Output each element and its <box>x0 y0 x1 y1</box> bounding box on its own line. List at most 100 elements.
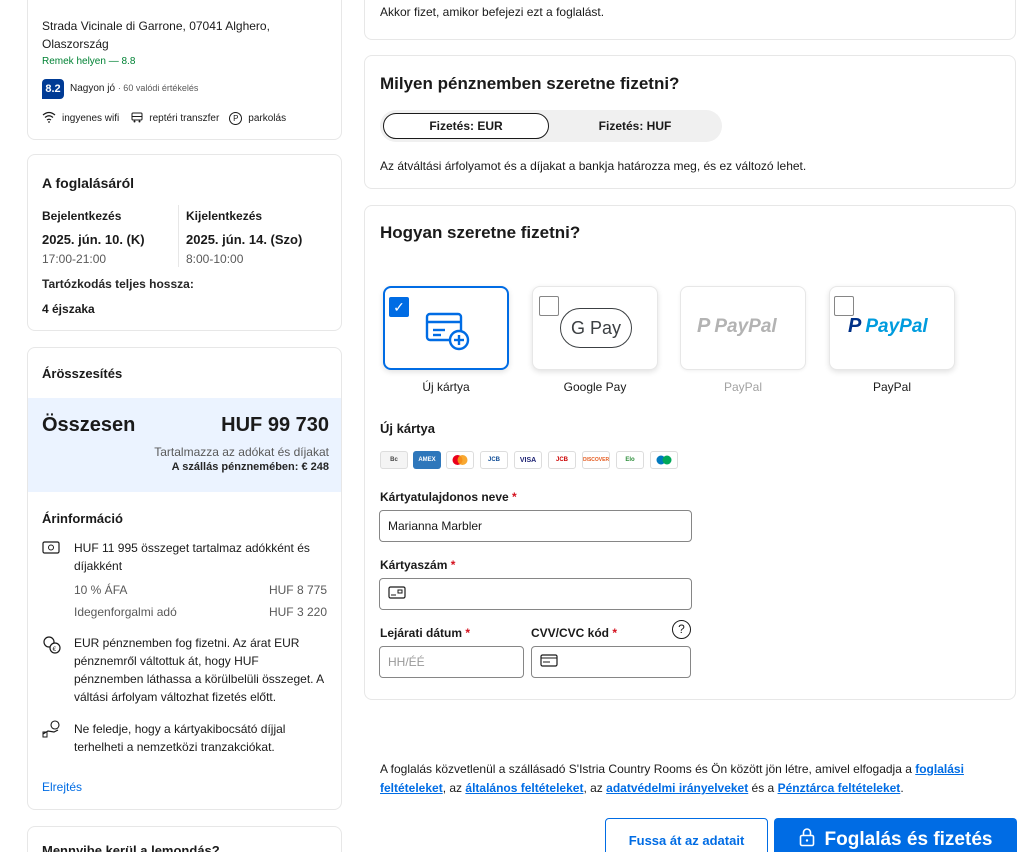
checkout-time: 8:00-10:00 <box>186 252 244 266</box>
required-mark: * <box>512 490 517 504</box>
checkin-label: Bejelentkezés <box>42 209 122 223</box>
hotel-address: Strada Vicinale di Garrone, 07041 Algher… <box>42 19 270 51</box>
svg-text:€: € <box>53 646 57 653</box>
tourist-tax-value: HUF 3 220 <box>268 605 327 619</box>
terms-part: , az <box>583 781 607 795</box>
checkin-date: 2025. jún. 10. (K) <box>42 232 145 247</box>
payment-option-google-pay[interactable]: G Pay <box>532 286 658 370</box>
add-card-icon <box>425 310 471 355</box>
pay-when-note: Akkor fizet, amikor befejezi ezt a fogla… <box>380 5 605 19</box>
wifi-icon <box>42 111 56 126</box>
expiry-label-text: Lejárati dátum <box>380 626 463 640</box>
general-terms-link[interactable]: általános feltételeket <box>465 781 583 795</box>
pay-when-note-card: Akkor fizet, amikor befejezi ezt a fogla… <box>364 0 1016 40</box>
cardholder-label: Kártyatulajdonos neve * <box>380 490 517 504</box>
checkin-time: 17:00-21:00 <box>42 252 107 266</box>
card-number-label: Kártyaszám * <box>380 558 455 572</box>
paypal-text: PayPal <box>865 315 928 337</box>
paypal-checkbox[interactable] <box>834 296 854 316</box>
cancellation-title: Mennyibe kerül a lemondás? <box>42 843 220 852</box>
hotel-card: Strada Vicinale di Garrone, 07041 Algher… <box>27 0 342 140</box>
cvc-label-text: CVV/CVC kód <box>531 626 610 640</box>
location-score: Remek helyen — 8.8 <box>42 56 136 67</box>
terms-part: A foglalás közvetlenül a szállásadó S'Is… <box>380 762 916 776</box>
total-label: Összesen <box>42 414 136 436</box>
amenity-transfer: reptéri transzfer <box>149 113 220 124</box>
taxes-included-note: Tartalmazza az adókat és díjakat <box>154 445 329 459</box>
bancontact-logo: Bc <box>380 451 408 469</box>
new-card-label: Új kártya <box>422 380 470 394</box>
new-card-checkbox[interactable]: ✓ <box>389 297 409 317</box>
terms-part: . <box>900 781 904 795</box>
required-mark: * <box>612 626 618 640</box>
cvc-help-icon[interactable]: ? <box>672 620 691 639</box>
card-icon <box>388 586 406 602</box>
shuttle-icon <box>131 111 143 126</box>
currency-card: Milyen pénznemben szeretne fizetni? Fize… <box>364 55 1016 189</box>
paypal-logo-dim: P PayPal <box>697 315 777 338</box>
elo-logo: Elo <box>616 451 644 469</box>
jcb-logo: JCB <box>480 451 508 469</box>
expiry-date-input[interactable] <box>379 646 524 678</box>
booking-divider <box>178 205 179 267</box>
terms-part: és a <box>748 781 778 795</box>
payment-option-new-card[interactable]: ✓ <box>383 286 509 370</box>
google-pay-checkbox[interactable] <box>539 296 559 316</box>
local-currency-price: A szállás pénznemében: € 248 <box>171 461 329 473</box>
diners-logo <box>650 451 678 469</box>
visa-logo: VISA <box>514 451 542 469</box>
google-pay-logo: G Pay <box>560 308 632 348</box>
eur-note: EUR pénznemben fog fizetni. Az árat EUR … <box>74 636 324 704</box>
taxes-text: HUF 11 995 összeget tartalmaz adókként é… <box>74 541 310 573</box>
jcb-logo-2: JCB <box>548 451 576 469</box>
wallet-terms-link[interactable]: Pénztárca feltételeket <box>778 781 901 795</box>
vat-value: HUF 8 775 <box>268 583 327 597</box>
payment-option-paypal-disabled: P PayPal <box>680 286 806 370</box>
currency-option-huf[interactable]: Fizetés: HUF <box>552 113 718 139</box>
amenities-row: ingyenes wifi reptéri transzfer P parkol… <box>42 111 286 126</box>
amenity-parking: parkolás <box>248 113 287 124</box>
currency-exchange-icon: € <box>42 635 62 658</box>
stay-length-label: Tartózkodás teljes hossza: <box>42 277 194 291</box>
currency-toggle: Fizetés: EUR Fizetés: HUF <box>380 110 722 142</box>
mastercard-logo <box>446 451 474 469</box>
discover-logo: DISCOVER <box>582 451 610 469</box>
new-card-form-title: Új kártya <box>380 421 435 436</box>
card-number-label-text: Kártyaszám <box>380 558 448 572</box>
booking-details-card: A foglalásáról Bejelentkezés 2025. jún. … <box>27 154 342 331</box>
privacy-policy-link[interactable]: adatvédelmi irányelveket <box>606 781 748 795</box>
review-details-label: Fussa át az adatait <box>628 832 745 848</box>
book-and-pay-label: Foglalás és fizetés <box>824 829 993 850</box>
currency-title: Milyen pénznemben szeretne fizetni? <box>380 74 680 93</box>
cvc-label: CVV/CVC kód * <box>531 626 617 640</box>
cardholder-name-input[interactable] <box>379 510 692 542</box>
required-mark: * <box>465 626 471 640</box>
review-details-button[interactable]: Fussa át az adatait <box>605 818 768 852</box>
paypal-p-icon: P <box>848 315 862 337</box>
payment-option-paypal[interactable]: P PayPal <box>829 286 955 370</box>
amenity-wifi: ingyenes wifi <box>62 113 120 124</box>
cvc-input[interactable] <box>531 646 691 678</box>
required-mark: * <box>450 558 456 572</box>
card-fee-icon <box>42 720 62 741</box>
amex-logo: AMEX <box>413 451 441 469</box>
cardholder-label-text: Kártyatulajdonos neve <box>380 490 509 504</box>
payment-title: Hogyan szeretne fizetni? <box>380 223 581 242</box>
terms-part: , az <box>442 781 466 795</box>
total-box: Összesen HUF 99 730 Tartalmazza az adóka… <box>28 398 341 492</box>
review-score-label: Nagyon jó · 60 valódi értékelés <box>70 83 198 94</box>
checkout-date: 2025. jún. 14. (Szo) <box>186 232 303 247</box>
review-count: · 60 valódi értékelés <box>117 83 199 93</box>
price-info-title: Árinformáció <box>42 511 123 526</box>
review-score-badge: 8.2 <box>42 79 64 99</box>
stay-length-value: 4 éjszaka <box>42 302 95 316</box>
hide-price-info-link[interactable]: Elrejtés <box>42 780 82 794</box>
book-and-pay-button[interactable]: Foglalás és fizetés <box>774 818 1017 852</box>
tourist-tax-label: Idegenforgalmi adó <box>74 605 177 619</box>
card-number-input[interactable] <box>379 578 692 610</box>
google-pay-label: Google Pay <box>563 380 627 394</box>
lock-icon <box>799 827 815 852</box>
price-summary-title: Árösszesítés <box>42 366 123 381</box>
currency-option-eur[interactable]: Fizetés: EUR <box>383 113 549 139</box>
checkout-label: Kijelentkezés <box>186 209 263 223</box>
